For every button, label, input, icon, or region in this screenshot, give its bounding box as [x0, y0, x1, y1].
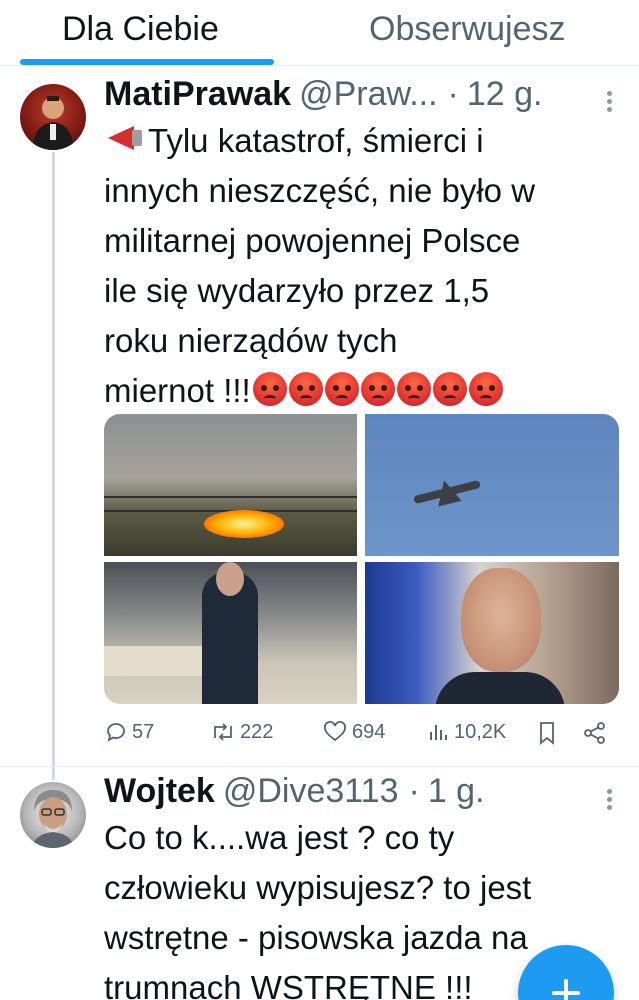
- views-button[interactable]: 10,2K: [428, 720, 506, 744]
- share-icon: [584, 722, 605, 744]
- tweet-text-line: człowieku wypisujesz? to jest: [104, 869, 532, 906]
- meeting-room-photo[interactable]: [104, 562, 357, 704]
- tweet-time[interactable]: 1 g.: [428, 772, 485, 811]
- more-options-icon[interactable]: [607, 786, 613, 813]
- header-separator: ·: [408, 772, 420, 810]
- tweet-text-line: miernot !!!: [104, 366, 614, 416]
- tweet-text-line: innych nieszczęść, nie było w: [104, 172, 536, 209]
- tab-for-you[interactable]: Dla Ciebie: [0, 0, 332, 65]
- views-chart-icon: [430, 725, 447, 740]
- angry-face-emoji: [432, 372, 467, 406]
- tab-for-you-label: Dla Ciebie: [62, 10, 219, 48]
- like-button[interactable]: 694: [322, 720, 385, 744]
- reply-button[interactable]: 57: [104, 720, 154, 744]
- tweet-actions: 57 222 694 10,2K: [104, 720, 614, 752]
- author-name[interactable]: Wojtek: [104, 772, 215, 811]
- angry-face-emoji: [396, 372, 431, 406]
- tweet-header: MatiPrawak @Praw... · 12 g.: [104, 75, 543, 114]
- timeline-tabs: Dla Ciebie Obserwujesz: [0, 0, 639, 66]
- author-name[interactable]: MatiPrawak: [104, 75, 291, 114]
- thread-line: [52, 152, 55, 780]
- tweet-header: Wojtek @Dive3113 · 1 g.: [104, 772, 485, 811]
- view-count: 10,2K: [454, 720, 507, 743]
- media-grid: [104, 414, 619, 704]
- angry-face-emoji: [324, 372, 359, 406]
- tweet-text-line-6: miernot !!!: [104, 372, 251, 409]
- share-button[interactable]: [582, 720, 608, 746]
- reply-count: 57: [132, 720, 155, 743]
- tweet-time[interactable]: 12 g.: [467, 75, 543, 114]
- angry-face-emoji: [468, 372, 503, 406]
- angry-face-emoji: [288, 372, 323, 406]
- avatar-figure: [32, 96, 74, 150]
- reply-icon: [107, 723, 125, 742]
- like-count: 694: [352, 720, 386, 743]
- tweet-text-line-1: Tylu katastrof, śmierci i: [148, 122, 484, 159]
- more-options-icon[interactable]: [607, 88, 613, 115]
- fighter-jet-photo[interactable]: [365, 414, 619, 556]
- author-handle[interactable]: @Praw...: [299, 75, 437, 114]
- tweet-text-line: roku nierządów tych: [104, 322, 398, 359]
- tab-following-label: Obserwujesz: [369, 10, 566, 48]
- tweet-text-line: ile się wydarzyło przez 1,5: [104, 272, 490, 309]
- angry-face-emoji: [360, 372, 395, 406]
- avatar[interactable]: [20, 782, 86, 848]
- active-tab-indicator: [20, 59, 274, 65]
- header-separator: ·: [447, 75, 459, 113]
- bookmark-button[interactable]: [536, 720, 558, 746]
- megaphone-emoji: [104, 118, 144, 156]
- man-portrait-photo[interactable]: [365, 562, 619, 704]
- retweet-count: 222: [240, 720, 274, 743]
- retweet-button[interactable]: 222: [210, 720, 273, 744]
- angry-emoji-row: [251, 372, 503, 409]
- bookmark-icon: [540, 722, 554, 745]
- avatar-figure: [32, 790, 74, 848]
- retweet-icon: [214, 723, 232, 741]
- tweet-text-line: militarnej powojennej Polsce: [104, 222, 521, 259]
- tweet-text-line: Co to k....wa jest ? co ty: [104, 819, 455, 856]
- avatar[interactable]: [20, 84, 86, 150]
- author-handle[interactable]: @Dive3113: [223, 772, 399, 811]
- tweet-text: Tylu katastrof, śmierci i innych nieszcz…: [104, 116, 614, 416]
- heart-icon: [324, 721, 346, 742]
- explosion-photo[interactable]: [104, 414, 357, 556]
- angry-face-emoji: [252, 372, 287, 406]
- tab-following[interactable]: Obserwujesz: [332, 0, 639, 65]
- tweet-text-line: Tylu katastrof, śmierci i: [104, 116, 614, 166]
- tweet-divider: [0, 766, 639, 767]
